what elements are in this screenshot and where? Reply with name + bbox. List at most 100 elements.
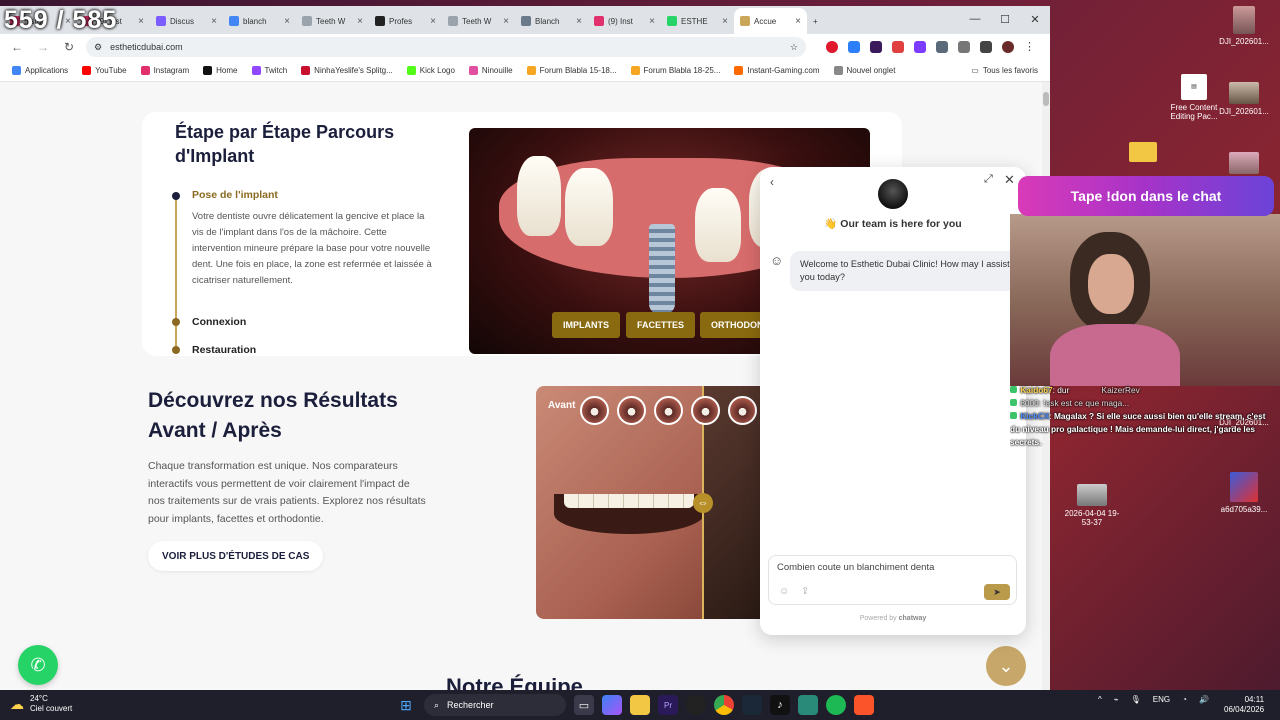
category-facettes-button[interactable]: FACETTES bbox=[626, 312, 696, 338]
browser-tab[interactable]: Blanch × bbox=[515, 8, 588, 34]
bookmark-item[interactable]: Kick Logo bbox=[406, 66, 455, 75]
bookmark-item[interactable]: NinhaYeslife's Splitg... bbox=[301, 66, 393, 75]
app-icon[interactable] bbox=[798, 695, 818, 715]
obs-icon[interactable] bbox=[686, 695, 706, 715]
desktop-folder-icon[interactable] bbox=[1113, 142, 1173, 165]
steam-icon[interactable] bbox=[742, 695, 762, 715]
desktop-icon-recording[interactable]: 2026-04-04 19-53-37 bbox=[1062, 484, 1122, 527]
desktop-icon-video-1[interactable]: DJI_202601... bbox=[1214, 6, 1274, 46]
send-icon[interactable]: ➤ bbox=[984, 584, 1010, 600]
close-tab-icon[interactable]: × bbox=[430, 16, 436, 27]
category-implants-button[interactable]: IMPLANTS bbox=[552, 312, 620, 338]
desktop-icon-video-3[interactable] bbox=[1214, 152, 1274, 177]
chat-message-input[interactable]: Combien coute un blanchiment denta bbox=[777, 562, 1007, 573]
reload-icon[interactable]: ↻ bbox=[60, 40, 78, 54]
maximize-icon[interactable]: ☐ bbox=[990, 6, 1020, 32]
premiere-icon[interactable]: Pr bbox=[658, 695, 678, 715]
close-tab-icon[interactable]: × bbox=[503, 16, 509, 27]
browser-tab[interactable]: Discus × bbox=[150, 8, 223, 34]
case-thumbnail[interactable] bbox=[691, 396, 720, 425]
browser-tab[interactable]: Teeth W × bbox=[442, 8, 515, 34]
close-tab-icon[interactable]: × bbox=[284, 16, 290, 27]
spotify-icon[interactable] bbox=[826, 695, 846, 715]
close-icon[interactable]: ✕ bbox=[1004, 172, 1015, 188]
microphone-icon[interactable]: 🎙 bbox=[1131, 695, 1141, 704]
close-tab-icon[interactable]: × bbox=[357, 16, 363, 27]
browser-tab[interactable]: ESTHE × bbox=[661, 8, 734, 34]
whatsapp-icon[interactable]: ✆ bbox=[18, 645, 58, 685]
minimize-icon[interactable]: — bbox=[960, 6, 990, 32]
desktop-icon-video-2[interactable]: DJI_202601... bbox=[1214, 82, 1274, 116]
task-view-icon[interactable]: ▭ bbox=[574, 695, 594, 715]
volume-icon[interactable]: 🔊 bbox=[1199, 695, 1209, 704]
close-tab-icon[interactable]: × bbox=[138, 16, 144, 27]
close-tab-icon[interactable]: × bbox=[649, 16, 655, 27]
all-bookmarks-folder[interactable]: ▭ Tous les favoris bbox=[971, 66, 1038, 75]
profile-avatar-icon[interactable] bbox=[1002, 41, 1014, 53]
case-thumbnail[interactable] bbox=[580, 396, 609, 425]
close-tab-icon[interactable]: × bbox=[795, 16, 801, 27]
shield-icon[interactable] bbox=[914, 41, 926, 53]
chevron-down-icon[interactable]: ⌄ bbox=[986, 646, 1026, 686]
bookmark-item[interactable]: YouTube bbox=[82, 66, 127, 75]
close-tab-icon[interactable]: × bbox=[211, 16, 217, 27]
taskbar-search[interactable]: ⌕ Rechercher bbox=[424, 694, 566, 716]
address-bar[interactable]: ⚙ estheticdubai.com ☆ bbox=[86, 37, 806, 57]
desktop-icon-image[interactable]: a6d705a39... bbox=[1214, 472, 1274, 514]
bookmark-item[interactable]: Twitch bbox=[251, 66, 287, 75]
slider-handle-icon[interactable]: ⇔ bbox=[693, 493, 713, 513]
bookmark-star-icon[interactable]: ☆ bbox=[790, 42, 798, 53]
browser-tab[interactable]: (9) Inst × bbox=[588, 8, 661, 34]
weather-widget[interactable]: ☁ 24°C Ciel couvert bbox=[10, 694, 72, 714]
site-info-icon[interactable]: ⚙ bbox=[94, 42, 102, 53]
browser-tab[interactable]: Accue × bbox=[734, 8, 807, 34]
download-icon[interactable] bbox=[980, 41, 992, 53]
tiktok-icon[interactable]: ♪ bbox=[770, 695, 790, 715]
expand-icon[interactable]: ⤢ bbox=[984, 173, 993, 186]
browser-tab[interactable]: Profes × bbox=[369, 8, 442, 34]
taskbar-clock[interactable]: 04:11 06/04/2026 bbox=[1224, 695, 1264, 715]
windows-start-icon[interactable]: ⊞ bbox=[396, 695, 416, 715]
language-indicator[interactable]: ENG bbox=[1153, 695, 1170, 704]
chrome-icon[interactable] bbox=[714, 695, 734, 715]
wifi-icon[interactable]: ◔ bbox=[1182, 695, 1187, 704]
step-restauration[interactable]: Restauration bbox=[192, 344, 256, 356]
emoji-icon[interactable]: ☺ bbox=[779, 586, 789, 597]
case-thumbnail[interactable] bbox=[654, 396, 683, 425]
new-tab-icon[interactable]: + bbox=[807, 8, 831, 34]
case-thumbnail[interactable] bbox=[617, 396, 646, 425]
bookmark-item[interactable]: Instagram bbox=[140, 66, 189, 75]
opera-icon[interactable] bbox=[826, 41, 838, 53]
close-tab-icon[interactable]: × bbox=[576, 16, 582, 27]
close-window-icon[interactable]: ✕ bbox=[1020, 6, 1050, 32]
bookmark-item[interactable]: Instant-Gaming.com bbox=[734, 66, 820, 75]
chevron-up-icon[interactable]: ^ bbox=[1098, 695, 1102, 704]
bookmark-item[interactable]: Forum Blabla 15-18... bbox=[526, 66, 617, 75]
browser-tab[interactable]: Teeth W × bbox=[296, 8, 369, 34]
step-pose-implant[interactable]: Pose de l'implant bbox=[192, 189, 278, 201]
step-connexion[interactable]: Connexion bbox=[192, 316, 246, 328]
menu-icon[interactable]: ⋮ bbox=[1024, 41, 1035, 53]
bookmark-item[interactable]: Forum Blabla 18-25... bbox=[630, 66, 720, 75]
extension-icon[interactable] bbox=[892, 41, 904, 53]
browser-tab[interactable]: blanch × bbox=[223, 8, 296, 34]
file-explorer-icon[interactable] bbox=[630, 695, 650, 715]
brave-icon[interactable] bbox=[854, 695, 874, 715]
puzzle-icon[interactable] bbox=[958, 41, 970, 53]
forward-icon[interactable]: → bbox=[34, 40, 52, 54]
extension-icon[interactable] bbox=[848, 41, 860, 53]
bookmark-item[interactable]: Home bbox=[203, 66, 238, 75]
extension-icon[interactable] bbox=[936, 41, 948, 53]
bookmark-item[interactable]: Ninouille bbox=[468, 66, 513, 75]
network-icon[interactable]: ⌁ bbox=[1114, 695, 1119, 704]
back-icon[interactable]: ← bbox=[8, 40, 26, 54]
copilot-icon[interactable] bbox=[602, 695, 622, 715]
extension-icon[interactable] bbox=[870, 41, 882, 53]
case-thumbnail[interactable] bbox=[728, 396, 757, 425]
more-case-studies-button[interactable]: VOIR PLUS D'ÉTUDES DE CAS bbox=[148, 541, 324, 571]
upload-icon[interactable]: ⇪ bbox=[801, 586, 809, 597]
chevron-left-icon[interactable]: ‹ bbox=[770, 175, 774, 189]
bookmark-item[interactable]: Applications bbox=[12, 66, 68, 75]
close-tab-icon[interactable]: × bbox=[722, 16, 728, 27]
bookmark-item[interactable]: Nouvel onglet bbox=[833, 66, 895, 75]
